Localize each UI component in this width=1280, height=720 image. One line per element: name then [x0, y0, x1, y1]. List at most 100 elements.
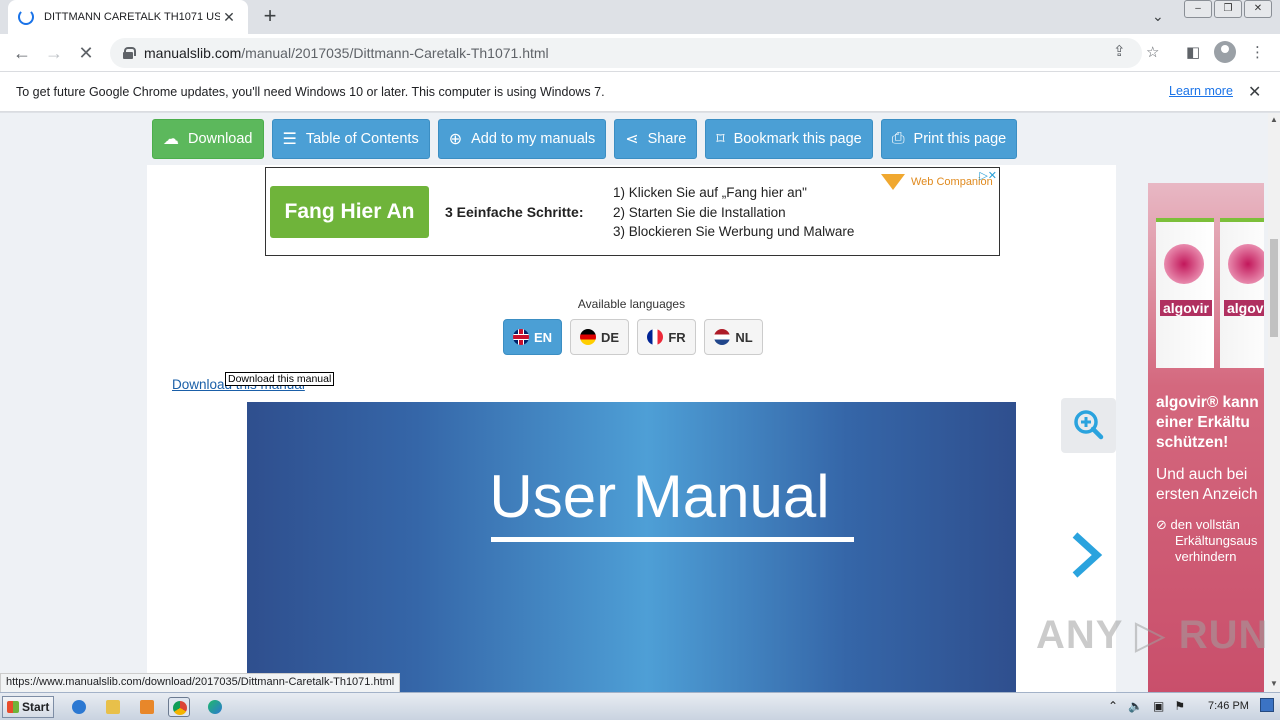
- lock-icon[interactable]: [122, 47, 136, 59]
- ad-headline: 3 Eeinfache Schritte:: [445, 204, 584, 220]
- zoom-button[interactable]: [1061, 398, 1116, 453]
- check-line: Erkältungsaus: [1175, 533, 1258, 548]
- print-page-button[interactable]: ⎙ Print this page: [880, 119, 1018, 159]
- scrollbar-thumb[interactable]: [1270, 239, 1278, 337]
- dutch-flag-icon: [714, 329, 731, 345]
- lang-button-en[interactable]: EN: [503, 319, 562, 355]
- infobar-close-icon[interactable]: ✕: [1248, 82, 1261, 102]
- ad-start-button[interactable]: Fang Hier An: [270, 186, 429, 238]
- stop-loading-icon[interactable]: ✕: [74, 41, 98, 65]
- window-controls: – ❐ ✕: [1182, 0, 1272, 18]
- show-desktop-button[interactable]: [1260, 698, 1274, 712]
- bookmark-page-button[interactable]: ⌑ Bookmark this page: [705, 119, 873, 159]
- check-line-text: den vollstän: [1170, 517, 1240, 532]
- add-button-label: Add to my manuals: [471, 131, 596, 147]
- page-viewport: ☁ Download ☰ Table of Contents ⊕ Add to my …: [0, 113, 1268, 692]
- update-infobar: To get future Google Chrome updates, you…: [0, 72, 1280, 112]
- new-tab-button[interactable]: +: [259, 4, 281, 28]
- check-circle-icon: ⊘: [1156, 517, 1171, 532]
- lang-code: NL: [735, 329, 753, 345]
- tab-strip: DITTMANN CARETALK TH1071 USER MANUAL Pdf…: [0, 0, 1280, 34]
- ie-taskbar-icon[interactable]: [68, 697, 90, 717]
- share-button[interactable]: ⋖ Share: [614, 119, 698, 159]
- check-line: ⊘ den vollstän: [1156, 517, 1257, 533]
- tab-close-icon[interactable]: ✕: [220, 9, 238, 26]
- product-box-image: algovir: [1220, 218, 1264, 368]
- ad-step: 2) Starten Sie die Installation: [613, 204, 786, 220]
- lang-button-fr[interactable]: FR: [637, 319, 696, 355]
- add-to-my-manuals-button[interactable]: ⊕ Add to my manuals: [437, 119, 607, 159]
- volume-icon[interactable]: 🔈: [1128, 699, 1143, 713]
- next-page-chevron-icon[interactable]: [1067, 529, 1107, 594]
- more-menu-icon[interactable]: ⋮: [1250, 43, 1265, 61]
- german-flag-icon: [579, 329, 596, 345]
- headline-line: algovir® kann: [1156, 394, 1259, 411]
- windows-logo-icon: [7, 701, 19, 713]
- product-box-image: algovir: [1156, 218, 1214, 368]
- flower-image: [1164, 244, 1204, 284]
- address-bar[interactable]: manualslib.com/manual/2017035/Dittmann-C…: [110, 38, 1142, 68]
- browser-tab[interactable]: DITTMANN CARETALK TH1071 USER MANUAL Pdf…: [8, 0, 248, 34]
- edge-icon: [208, 700, 222, 714]
- manual-page-image: User Manual: [247, 402, 1016, 692]
- scroll-up-arrow-icon[interactable]: ▲: [1270, 115, 1278, 124]
- product-brand: algovir: [1160, 300, 1212, 316]
- windows-taskbar: Start ⌃ 🔈 ▣ ⚑ 7:46 PM: [0, 692, 1280, 720]
- action-center-flag-icon[interactable]: ⚑: [1174, 699, 1185, 713]
- share-button-label: Share: [647, 131, 687, 147]
- adchoices-icon[interactable]: ▷✕: [979, 169, 997, 182]
- tab-search-chevron-icon[interactable]: ⌄: [1152, 8, 1164, 25]
- lang-code: DE: [600, 329, 620, 345]
- bookmark-star-icon[interactable]: ☆: [1146, 43, 1159, 61]
- sub-line: ersten Anzeich: [1156, 486, 1258, 503]
- side-panel-icon[interactable]: ◧: [1186, 43, 1200, 61]
- taskbar-clock[interactable]: 7:46 PM: [1208, 700, 1249, 712]
- scroll-down-arrow-icon[interactable]: ▼: [1270, 679, 1278, 688]
- lang-button-de[interactable]: DE: [570, 319, 629, 355]
- table-of-contents-button[interactable]: ☰ Table of Contents: [271, 119, 430, 159]
- minimize-button[interactable]: –: [1184, 0, 1212, 18]
- page-scrollbar[interactable]: ▲ ▼: [1268, 113, 1280, 692]
- lang-button-nl[interactable]: NL: [704, 319, 763, 355]
- restore-button[interactable]: ❐: [1214, 0, 1242, 18]
- folder-icon: [106, 700, 120, 714]
- banner-ad[interactable]: Fang Hier An 3 Eeinfache Schritte: 1) Kl…: [265, 167, 1000, 256]
- chevron-right-icon: [1072, 532, 1103, 578]
- profile-avatar[interactable]: [1214, 41, 1236, 63]
- learn-more-link[interactable]: Learn more: [1169, 84, 1233, 98]
- bookmark-icon: ⌑: [716, 131, 725, 148]
- bookmark-button-label: Bookmark this page: [733, 131, 862, 147]
- system-tray: ⌃ 🔈 ▣ ⚑: [1108, 699, 1195, 713]
- share-icon: ⋖: [625, 131, 639, 148]
- ad-step: 3) Blockieren Sie Werbung und Malware: [613, 224, 855, 239]
- product-brand: algovir: [1224, 300, 1264, 316]
- check-line: verhindern: [1175, 549, 1237, 564]
- toc-button-label: Table of Contents: [305, 131, 419, 147]
- print-button-label: Print this page: [913, 131, 1007, 147]
- print-icon: ⎙: [891, 130, 905, 147]
- side-ad-headline: algovir® kann einer Erkältu schützen!: [1156, 393, 1259, 453]
- download-button[interactable]: ☁ Download: [152, 119, 264, 159]
- back-arrow-icon[interactable]: ←: [10, 41, 34, 65]
- cloud-download-icon: ☁: [163, 131, 179, 148]
- url-text: manualslib.com/manual/2017035/Dittmann-C…: [144, 45, 549, 61]
- tray-expand-icon[interactable]: ⌃: [1108, 699, 1118, 713]
- infobar-message: To get future Google Chrome updates, you…: [16, 84, 605, 99]
- browser-toolbar: ← → ✕ manualslib.com/manual/2017035/Ditt…: [0, 34, 1280, 72]
- network-icon[interactable]: ▣: [1153, 699, 1164, 713]
- ad-steps: 1) Klicken Sie auf „Fang hier an" 2) Sta…: [613, 183, 854, 242]
- lang-code: FR: [668, 329, 686, 345]
- flower-image: [1228, 244, 1264, 284]
- sub-line: Und auch bei: [1156, 466, 1248, 483]
- manual-content: Fang Hier An 3 Eeinfache Schritte: 1) Kl…: [147, 165, 1116, 692]
- chrome-taskbar-icon[interactable]: [168, 697, 190, 717]
- explorer-taskbar-icon[interactable]: [102, 697, 124, 717]
- edge-taskbar-icon[interactable]: [204, 697, 226, 717]
- download-tooltip: Download this manual: [225, 372, 335, 386]
- close-window-button[interactable]: ✕: [1244, 0, 1272, 18]
- media-player-taskbar-icon[interactable]: [136, 697, 158, 717]
- side-ad-subtext: Und auch bei ersten Anzeich: [1156, 465, 1258, 505]
- share-page-icon[interactable]: ⇪: [1113, 42, 1126, 60]
- forward-arrow-icon[interactable]: →: [42, 41, 66, 65]
- start-button[interactable]: Start: [2, 696, 54, 718]
